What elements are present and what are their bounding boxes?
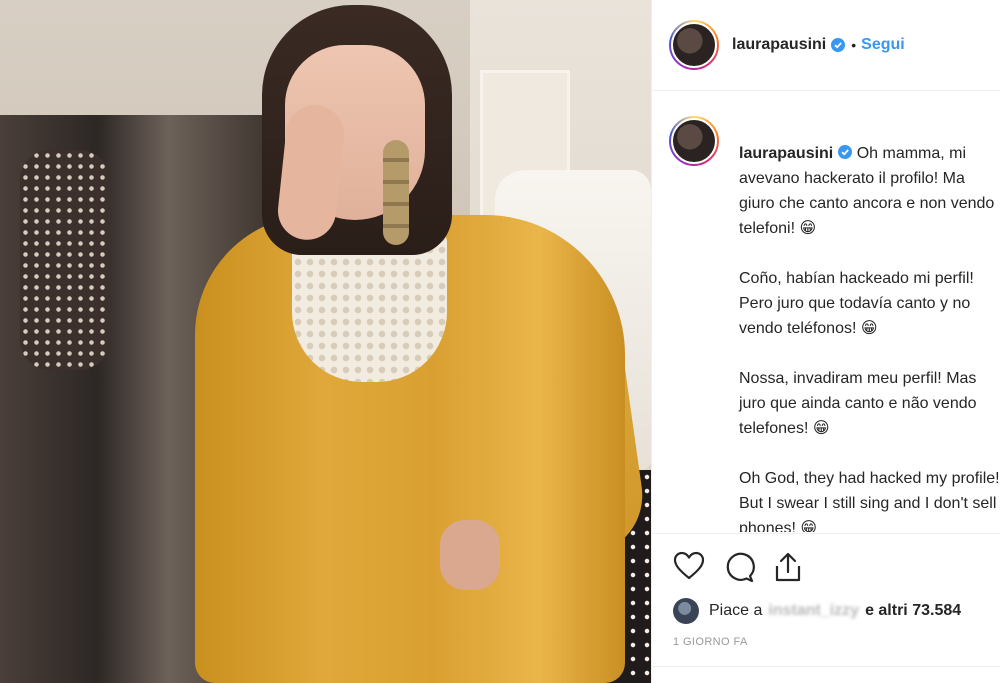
caption-area: laurapausini Oh mamma, mi avevano hacker… xyxy=(652,92,1000,532)
caption-avatar[interactable] xyxy=(669,116,719,166)
heart-icon[interactable] xyxy=(673,551,705,594)
caption-paragraph: Nossa, invadiram meu perfil! Mas juro qu… xyxy=(739,370,977,437)
caption-paragraph: Coño, habían hackeado mi perfil! Pero ju… xyxy=(739,270,974,337)
separator-dot: • xyxy=(851,37,857,53)
caption-row: laurapausini Oh mamma, mi avevano hacker… xyxy=(669,116,1000,532)
follow-button[interactable]: Segui xyxy=(861,36,905,54)
liker-avatar[interactable] xyxy=(673,598,699,624)
action-icons xyxy=(652,534,1000,594)
caption-username[interactable]: laurapausini xyxy=(739,145,833,162)
likes-count[interactable]: e altri 73.584 xyxy=(865,602,961,620)
post-photo xyxy=(0,0,651,683)
likes-prefix: Piace a xyxy=(709,602,763,619)
share-icon[interactable] xyxy=(773,551,803,594)
verified-badge-icon xyxy=(838,145,853,159)
comment-bar xyxy=(652,666,1000,683)
verified-badge-icon xyxy=(831,38,846,52)
likes-row: Piace a instant_izzy e altri 73.584 xyxy=(652,598,1000,624)
comment-icon[interactable] xyxy=(723,551,755,594)
caption-paragraph: Oh God, they had hacked my profile! But … xyxy=(739,470,1000,532)
profile-avatar[interactable] xyxy=(669,20,719,70)
liker-username[interactable]: instant_izzy xyxy=(768,602,859,620)
username-link[interactable]: laurapausini xyxy=(732,36,826,54)
post-timestamp[interactable]: 1 GIORNO FA xyxy=(652,636,1000,648)
post-header: laurapausini • Segui xyxy=(652,0,1000,91)
action-section: Piace a instant_izzy e altri 73.584 1 GI… xyxy=(652,533,1000,683)
caption-text: laurapausini Oh mamma, mi avevano hacker… xyxy=(739,116,1000,532)
post-sidebar: laurapausini • Segui laurapausini Oh mam… xyxy=(651,0,1000,683)
